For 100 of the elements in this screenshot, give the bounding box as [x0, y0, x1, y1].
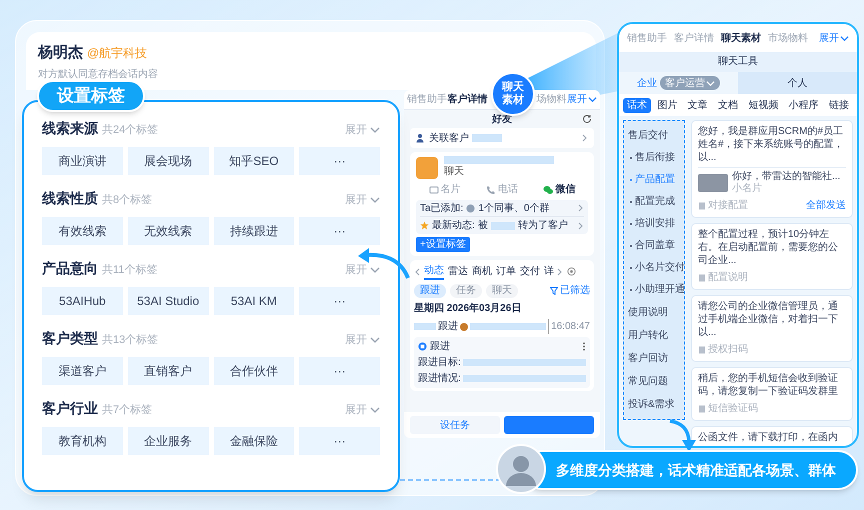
kebab-icon [582, 342, 586, 351]
refresh-icon [582, 114, 592, 124]
chevron-down-icon [370, 265, 380, 276]
script-card[interactable]: 整个配置过程，预计10分钟左右。在启动配置前，需要您的公司企业... 配置说明 [691, 223, 853, 290]
chevron-right-icon [576, 222, 584, 230]
material-type-tab[interactable]: 小程序 [784, 98, 823, 112]
script-card[interactable]: 请您公司的企业微信管理员，通过手机端企业微信，对着扫一下以... 授权扫码 [691, 295, 853, 362]
script-tag: 短信验证码 [708, 401, 758, 416]
tag-chip[interactable]: 无效线索 [128, 217, 208, 245]
category-item[interactable]: 投诉&需求 [628, 393, 680, 416]
scope-tab[interactable]: 个人 [738, 72, 857, 94]
category-item[interactable]: 使用说明 [628, 301, 680, 324]
chevron-right-icon [555, 268, 563, 276]
tool-title: 聊天工具 [619, 52, 857, 72]
panel-tab[interactable]: 客户详情 [448, 92, 488, 107]
category-subitem[interactable]: 合同盖章 [635, 240, 675, 252]
activity-tab[interactable]: 商机 [472, 264, 492, 279]
tag-chip[interactable]: 商业演讲 [42, 147, 123, 175]
chevron-right-icon [580, 134, 588, 142]
chevron-down-icon [370, 195, 380, 206]
tag-count: 共8个标签 [102, 193, 152, 208]
script-card[interactable]: 稍后，您的手机短信会收到验证码，请您复制一下验证码发群里 短信验证码 [691, 367, 853, 421]
phone-icon [486, 184, 496, 194]
category-subitem[interactable]: 小名片交付 [635, 262, 685, 274]
redacted-bar [414, 323, 436, 330]
filter-icon [550, 286, 558, 294]
expand-toggle[interactable]: 展开 [819, 30, 849, 46]
event-action: 跟进 [438, 320, 458, 334]
tag-chip[interactable]: 展会现场 [128, 147, 208, 175]
avatar-silhouette-icon [496, 444, 546, 494]
task-button[interactable]: 设任务 [410, 416, 500, 434]
tag-chip[interactable]: 合作伙伴 [214, 357, 294, 385]
contact-action[interactable]: 微信 [543, 182, 576, 197]
tag-group-title: 客户类型 [42, 329, 98, 348]
latest-label: 最新动态: [432, 218, 475, 233]
tag-chip[interactable]: 渠道客户 [42, 357, 123, 385]
material-type-tab[interactable]: 图片 [653, 98, 682, 112]
date-label: 星期四 2026年03月26日 [414, 302, 522, 316]
tag-count: 共13个标签 [102, 333, 158, 348]
category-subitem[interactable]: 配置完成 [635, 196, 675, 208]
chevron-right-icon [576, 204, 584, 212]
added-label: Ta已添加: [420, 202, 464, 216]
tag-count: 共7个标签 [102, 403, 152, 418]
field-label: 跟进目标: [418, 356, 461, 370]
tag-chip[interactable]: 教育机构 [42, 427, 123, 455]
activity-tab[interactable]: 订单 [496, 264, 516, 279]
chevron-down-icon [370, 125, 380, 136]
category-subitem[interactable]: 小助理开通 [635, 284, 685, 296]
category-subitem[interactable]: 售后衔接 [635, 152, 675, 164]
expand-toggle[interactable]: 展开 [567, 92, 597, 107]
primary-button[interactable] [504, 416, 594, 434]
document-icon [698, 346, 706, 354]
tag-chip[interactable]: 企业服务 [128, 427, 208, 455]
tag-chip[interactable]: 金融保险 [214, 427, 294, 455]
tag-chip[interactable]: 53AI KM [214, 287, 294, 315]
event-time: 16:08:47 [548, 319, 590, 334]
tag-chip[interactable]: ··· [299, 427, 380, 455]
tag-chip[interactable]: 直销客户 [128, 357, 208, 385]
tag-chip[interactable]: ··· [299, 147, 380, 175]
document-icon [698, 274, 706, 282]
field-label: 跟进情况: [418, 372, 461, 386]
tag-chip[interactable]: 53AI Studio [128, 287, 208, 315]
set-tag-button[interactable]: +设置标签 [416, 237, 470, 252]
linked-customer-row[interactable]: 关联客户 [410, 128, 594, 148]
id-card-icon [428, 184, 439, 194]
tag-chip[interactable]: 53AIHub [42, 287, 123, 315]
tag-chip[interactable]: 知乎SEO [214, 147, 294, 175]
script-text: 整个配置过程，预计10分钟左右。在启动配置前，需要您的公司企业... [698, 228, 839, 267]
activity-tab[interactable]: 交付 [520, 264, 540, 279]
category-subitem[interactable]: 培训安排 [635, 218, 675, 230]
tag-chip[interactable]: 持续跟进 [214, 217, 294, 245]
category-item[interactable]: 客户回访 [628, 347, 680, 370]
document-icon [698, 202, 706, 210]
chevron-left-icon [414, 268, 420, 276]
category-item[interactable]: 常见问题 [628, 370, 680, 393]
tag-chip[interactable]: ··· [299, 357, 380, 385]
category-item[interactable]: 用户转化 [628, 324, 680, 347]
activity-tab[interactable]: 动态 [424, 263, 444, 280]
filter-status[interactable]: 已筛选 [550, 283, 590, 298]
category-item[interactable]: 售后交付 [628, 124, 680, 147]
latest-prefix: 被 [478, 218, 488, 233]
chevron-down-icon [588, 95, 597, 104]
material-type-tab[interactable]: 文章 [684, 98, 712, 112]
panel-tab[interactable]: 聊天素材 [721, 30, 761, 46]
material-type-tab[interactable]: 链接 [824, 98, 853, 112]
tag-chip[interactable]: 有效线索 [42, 217, 123, 245]
curved-arrow-icon [668, 419, 698, 453]
tag-chip[interactable]: ··· [299, 217, 380, 245]
material-type-tab[interactable]: 短视频 [744, 98, 782, 112]
material-type-tab[interactable]: 话术 [623, 98, 651, 112]
activity-tab[interactable]: 雷达 [448, 264, 468, 279]
script-tag: 授权扫码 [708, 342, 748, 357]
script-card[interactable]: 公函文件，请下载打印，在函内 [691, 426, 853, 446]
tag-chip[interactable]: ··· [299, 287, 380, 315]
material-type-tab[interactable]: 文档 [714, 98, 742, 112]
chat-bubbles-icon [543, 184, 554, 194]
script-card[interactable]: 您好，我是群应用SCRM的#员工姓名#，接下来系统账号的配置，以... 你好，带雷达的智能社... 小名片 对接配置 全部发送 [691, 120, 853, 218]
activity-tab[interactable]: 详 [544, 264, 554, 279]
attachment-subtitle: 小名片 [732, 183, 763, 195]
send-all-link[interactable]: 全部发送 [806, 198, 846, 213]
